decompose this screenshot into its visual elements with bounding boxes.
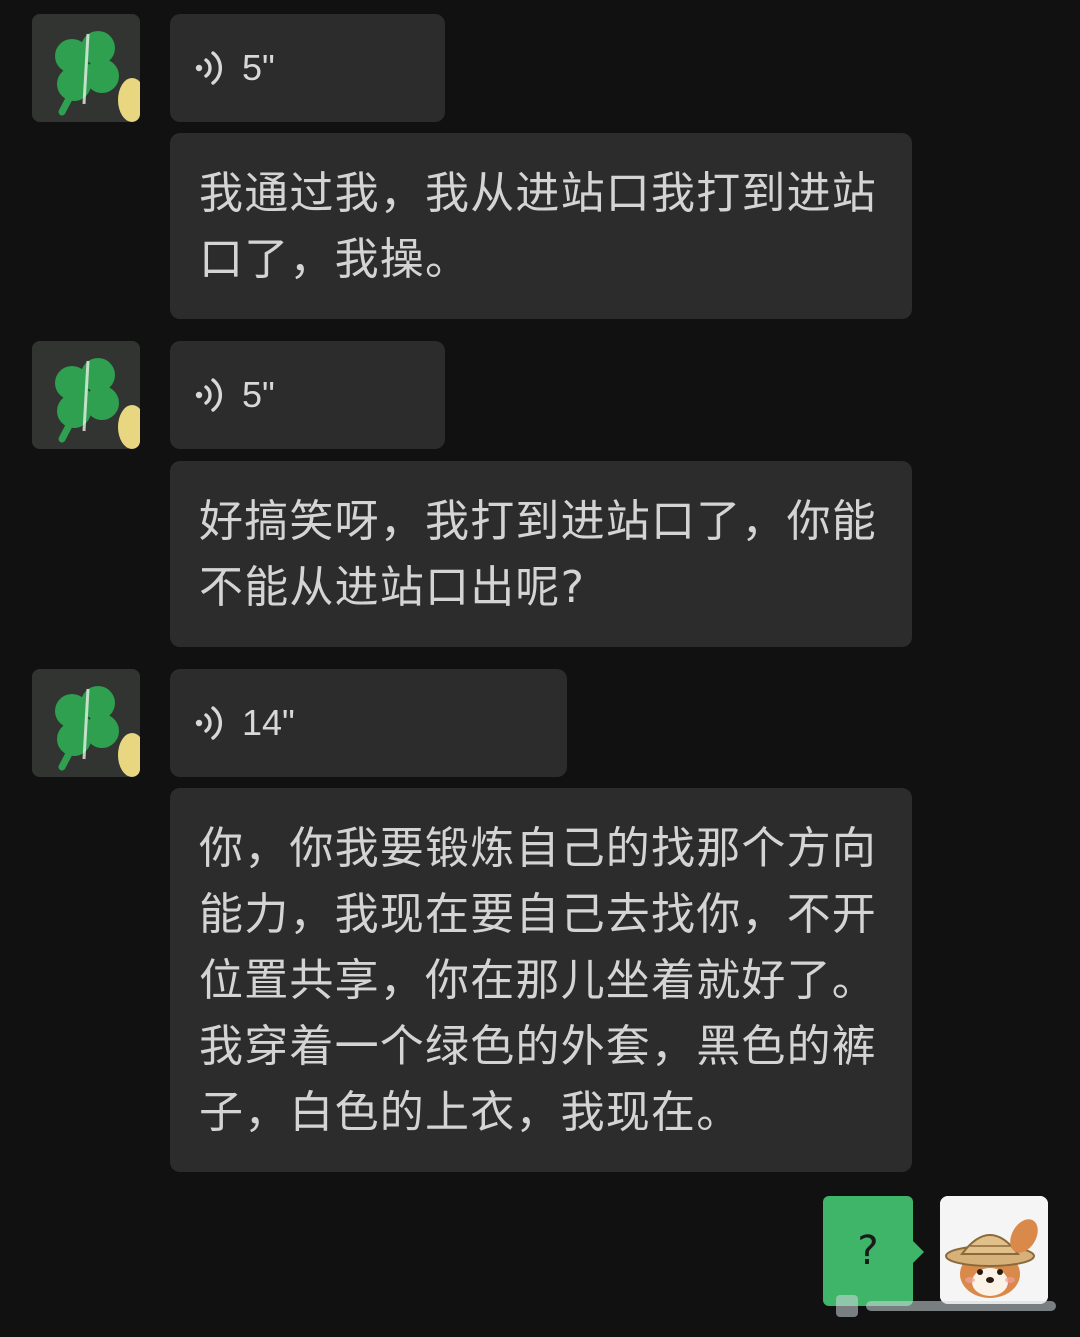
transcript-text: 我通过我，我从进站口我打到进站口了，我操。 — [199, 168, 877, 285]
my-message-text: ? — [857, 1228, 879, 1274]
contact-avatar[interactable] — [32, 341, 140, 449]
voice-duration: 5" — [242, 374, 275, 415]
voice-message[interactable]: 5" — [170, 14, 445, 122]
voice-duration: 5" — [242, 47, 275, 88]
watermark — [836, 1295, 1056, 1317]
voice-transcript: 好搞笑呀，我打到进站口了，你能不能从进站口出呢? — [170, 461, 912, 647]
four-leaf-clover-icon — [32, 341, 140, 449]
voice-wave-icon — [195, 378, 223, 412]
four-leaf-clover-icon — [32, 14, 140, 122]
transcript-text: 你，你我要锻炼自己的找那个方向能力，我现在要自己去找你，不开位置共享，你在那儿坐… — [199, 823, 877, 1138]
voice-transcript: 我通过我，我从进站口我打到进站口了，我操。 — [170, 133, 912, 319]
cartoon-dog-straw-hat-avatar-icon — [940, 1196, 1048, 1304]
voice-wave-icon — [195, 51, 223, 85]
voice-message[interactable]: 5" — [170, 341, 445, 449]
contact-avatar[interactable] — [32, 669, 140, 777]
voice-duration: 14" — [242, 702, 295, 743]
my-avatar[interactable] — [940, 1196, 1048, 1304]
contact-avatar[interactable] — [32, 14, 140, 122]
bubble-tail — [912, 1240, 924, 1264]
transcript-text: 好搞笑呀，我打到进站口了，你能不能从进站口出呢? — [199, 496, 877, 613]
voice-wave-icon — [195, 706, 223, 740]
voice-message[interactable]: 14" — [170, 669, 567, 777]
four-leaf-clover-icon — [32, 669, 140, 777]
chat-screen: 5" 我通过我，我从进站口我打到进站口了，我操。 5" 好搞笑呀，我打到进站口了… — [0, 0, 1080, 1337]
my-message-bubble[interactable]: ? — [823, 1196, 913, 1306]
voice-transcript: 你，你我要锻炼自己的找那个方向能力，我现在要自己去找你，不开位置共享，你在那儿坐… — [170, 788, 912, 1172]
